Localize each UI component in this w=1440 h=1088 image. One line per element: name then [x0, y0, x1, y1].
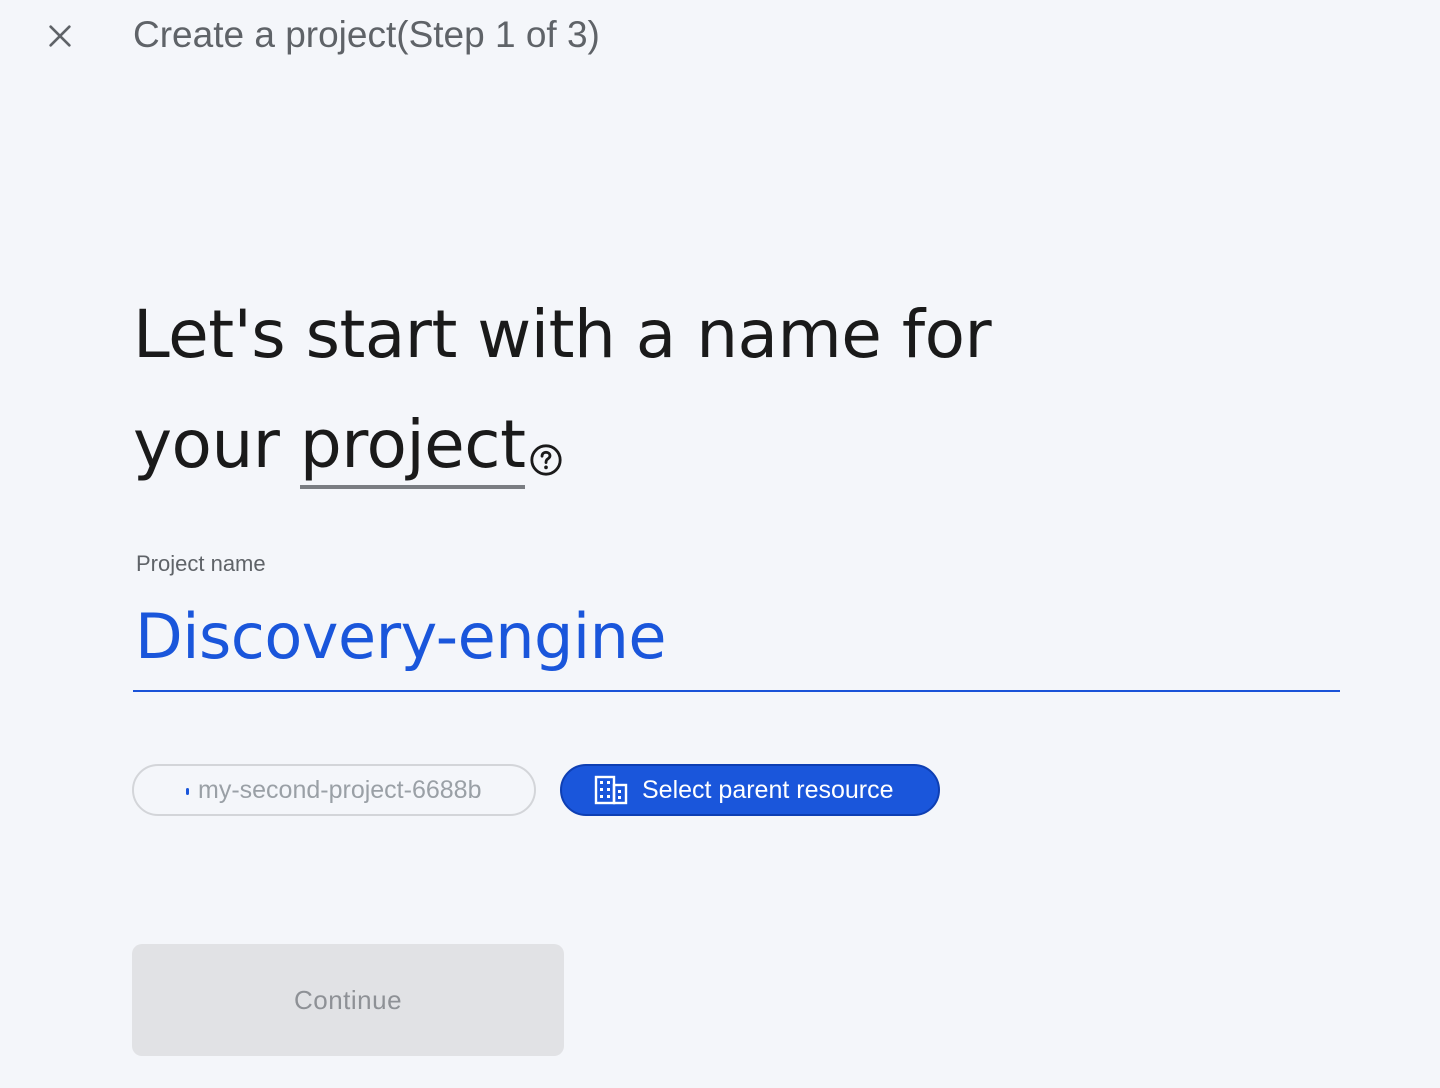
building-icon [594, 775, 628, 805]
project-name-field [133, 588, 1340, 692]
heading-line-1: Let's start with a name for [133, 296, 992, 373]
continue-button[interactable]: Continue [132, 944, 564, 1056]
project-name-input[interactable] [133, 588, 1340, 684]
edit-cursor-indicator [186, 788, 189, 795]
dialog-title: Create a project(Step 1 of 3) [133, 14, 600, 55]
create-project-page: Create a project(Step 1 of 3) Let's star… [0, 0, 1440, 1088]
select-parent-resource-label: Select parent resource [642, 775, 894, 804]
project-term-tooltip[interactable]: project [299, 390, 526, 500]
close-button[interactable] [36, 12, 84, 60]
project-term: project [299, 405, 526, 489]
page-heading: Let's start with a name for your project [133, 280, 1233, 500]
select-parent-resource-button[interactable]: Select parent resource [560, 764, 940, 816]
project-id-text: my-second-project-6688b [198, 775, 482, 804]
heading-line-2: your project [133, 390, 1233, 500]
help-circle-icon[interactable] [529, 400, 563, 476]
heading-prefix: your [133, 406, 300, 483]
continue-button-label: Continue [293, 984, 403, 1015]
project-name-label: Project name [136, 551, 266, 576]
project-id-chip[interactable]: my-second-project-6688b [132, 764, 536, 816]
close-icon [49, 25, 71, 47]
